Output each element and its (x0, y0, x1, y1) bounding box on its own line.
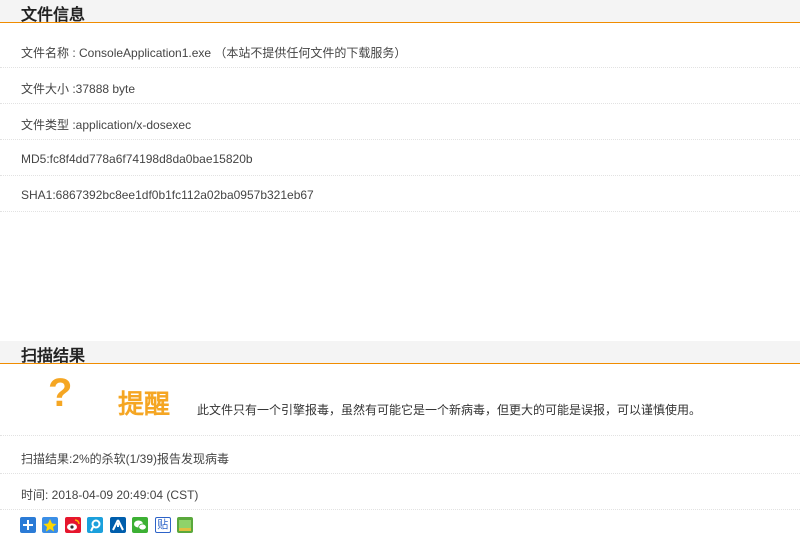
file-type-text: 文件类型 :application/x-dosexec (21, 118, 192, 132)
md5-text: MD5:fc8f4dd778a6f74198d8da0bae15820b (21, 152, 253, 166)
scan-result-header: 扫描结果 (0, 341, 800, 365)
mailbox-icon[interactable] (177, 517, 194, 533)
file-size-row: 文件大小 :37888 byte (0, 70, 800, 104)
share-bar: 贴 (20, 517, 195, 535)
alert-row: ? 提醒 此文件只有一个引擎报毒，虽然有可能它是一个新病毒，但更大的可能是误报，… (0, 367, 800, 436)
md5-row: MD5:fc8f4dd778a6f74198d8da0bae15820b (0, 142, 800, 176)
sha1-row: SHA1:6867392bc8ee1df0b1fc112a02ba0957b32… (0, 178, 800, 212)
file-name-text: 文件名称 : ConsoleApplication1.exe （本站不提供任何文… (21, 46, 407, 60)
alert-message: 此文件只有一个引擎报毒，虽然有可能它是一个新病毒，但更大的可能是误报，可以谨慎使… (197, 403, 702, 417)
scan-summary-row: 扫描结果:2%的杀软(1/39)报告发现病毒 (0, 440, 800, 474)
tieba-icon[interactable]: 贴 (154, 517, 171, 533)
file-type-row: 文件类型 :application/x-dosexec (0, 106, 800, 140)
tencent-weibo-icon[interactable] (87, 517, 104, 533)
file-name-row: 文件名称 : ConsoleApplication1.exe （本站不提供任何文… (0, 34, 800, 68)
sha1-text: SHA1:6867392bc8ee1df0b1fc112a02ba0957b32… (21, 188, 314, 202)
scan-time-row: 时间: 2018-04-09 20:49:04 (CST) (0, 476, 800, 510)
qzone-icon[interactable] (42, 517, 59, 533)
file-info-header: 文件信息 (0, 0, 800, 24)
scan-result-title: 扫描结果 (21, 348, 86, 365)
renren-icon[interactable] (109, 517, 126, 533)
weibo-icon[interactable] (64, 517, 81, 533)
file-size-text: 文件大小 :37888 byte (21, 82, 136, 96)
wechat-icon[interactable] (132, 517, 149, 533)
share-more-icon[interactable] (20, 517, 36, 533)
scan-time-text: 时间: 2018-04-09 20:49:04 (CST) (21, 488, 199, 502)
file-info-title: 文件信息 (21, 7, 86, 24)
alert-title: 提醒 (118, 389, 171, 419)
question-mark-icon: ? (48, 371, 73, 415)
scan-summary-text: 扫描结果:2%的杀软(1/39)报告发现病毒 (21, 452, 230, 466)
